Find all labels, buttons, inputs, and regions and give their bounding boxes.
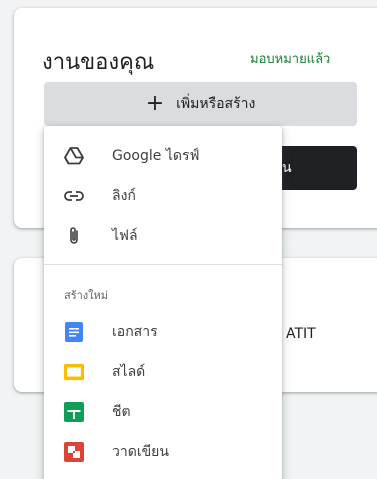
menu-item-label: สไลด์ xyxy=(112,364,146,380)
menu-item-label: วาดเขียน xyxy=(112,444,169,460)
plus-icon: + xyxy=(145,91,165,116)
submit-button-label: น xyxy=(282,160,292,176)
menu-item-label: ไฟล์ xyxy=(112,228,138,244)
menu-item-docs[interactable]: เอกสาร xyxy=(44,312,282,352)
menu-item-file[interactable]: ไฟล์ xyxy=(44,216,282,256)
class-name-text: ATIT xyxy=(286,326,316,342)
google-sheets-icon xyxy=(64,402,84,422)
menu-item-label: ลิงก์ xyxy=(112,188,136,204)
menu-divider xyxy=(44,264,282,265)
menu-item-drawings[interactable]: วาดเขียน xyxy=(44,432,282,472)
google-drawings-icon xyxy=(64,442,84,462)
menu-item-label: Google ไดรฟ์ xyxy=(112,148,200,164)
menu-item-sheets[interactable]: ชีต xyxy=(44,392,282,432)
menu-item-label: เอกสาร xyxy=(112,324,158,340)
add-or-create-button[interactable]: + เพิ่มหรือสร้าง xyxy=(44,82,357,126)
link-icon xyxy=(64,186,84,206)
menu-item-label: ชีต xyxy=(112,404,131,420)
menu-item-link[interactable]: ลิงก์ xyxy=(44,176,282,216)
paperclip-icon xyxy=(64,226,84,246)
add-or-create-label: เพิ่มหรือสร้าง xyxy=(176,96,256,112)
google-slides-icon xyxy=(64,362,84,382)
add-or-create-menu: Google ไดรฟ์ ลิงก์ ไฟล์ สร้างใหม่ เอกสาร… xyxy=(44,126,282,479)
menu-item-slides[interactable]: สไลด์ xyxy=(44,352,282,392)
google-drive-icon xyxy=(64,146,84,166)
create-section-header: สร้างใหม่ xyxy=(64,289,109,302)
menu-item-google-drive[interactable]: Google ไดรฟ์ xyxy=(44,136,282,176)
submit-button[interactable]: น xyxy=(270,146,357,190)
assigned-status: มอบหมายแล้ว xyxy=(250,52,331,67)
card-title: งานของคุณ xyxy=(42,50,155,75)
google-docs-icon xyxy=(64,322,84,342)
